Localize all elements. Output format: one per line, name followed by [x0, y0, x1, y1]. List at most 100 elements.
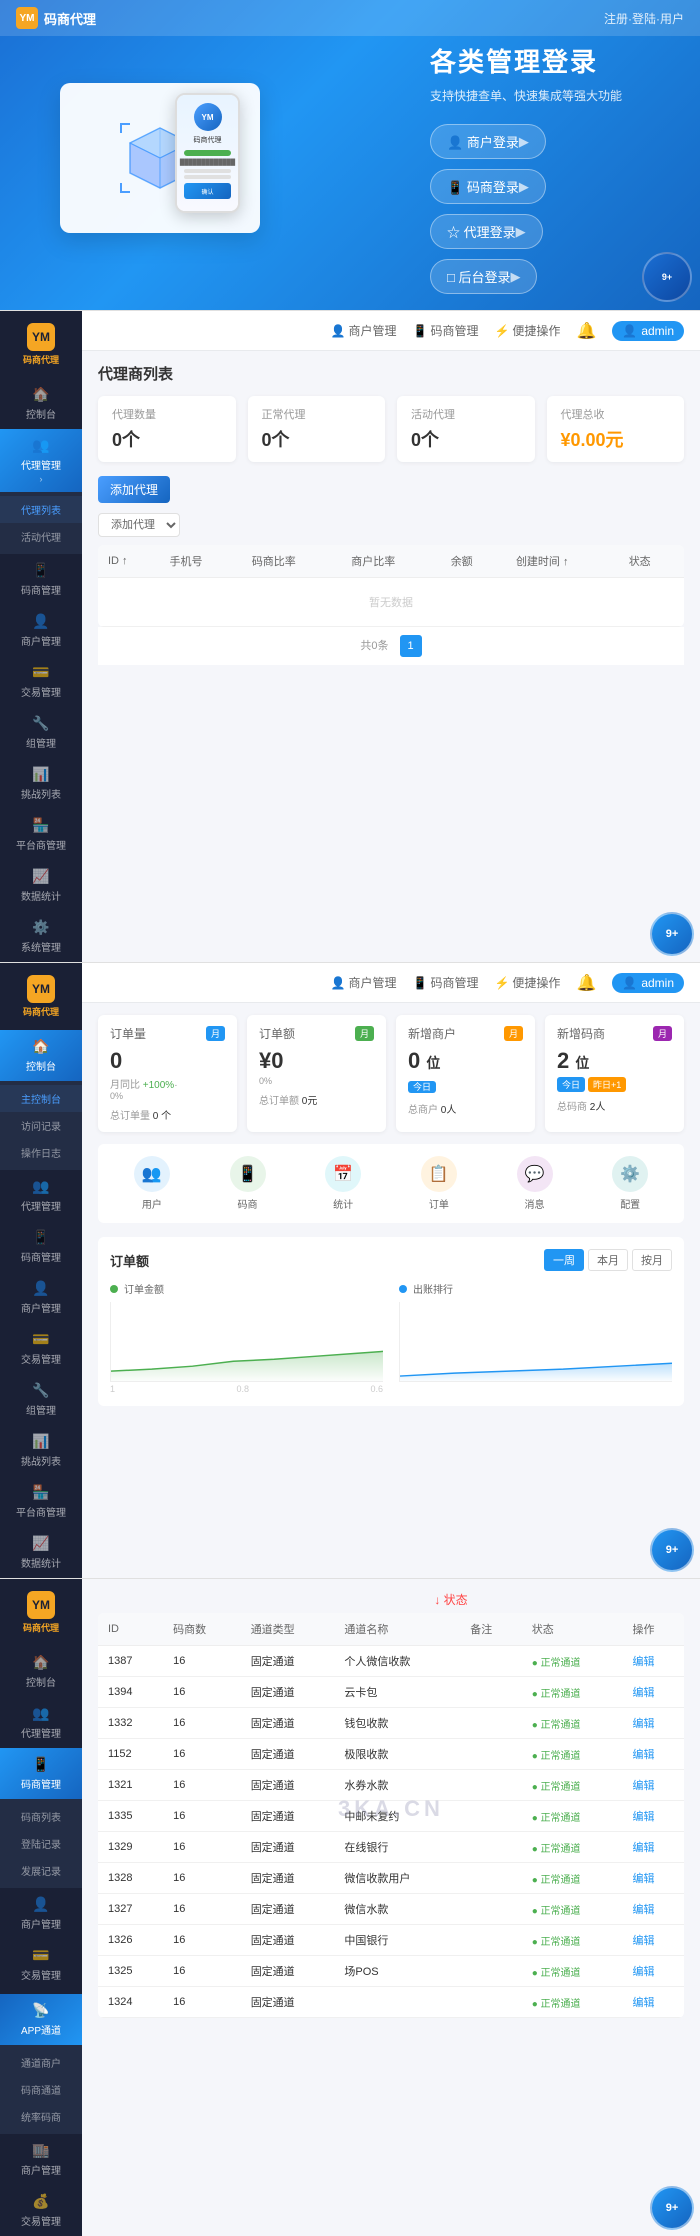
cell-action[interactable]: 编辑	[622, 1925, 684, 1956]
sidebar-sub-active-agents[interactable]: 活动代理	[0, 523, 82, 550]
sidebar-item-system[interactable]: ⚙️ 系统管理	[0, 911, 82, 962]
cell-action[interactable]: 编辑	[622, 1708, 684, 1739]
cell-channel-type: 固定通道	[241, 1801, 335, 1832]
sidebar-item-transaction-d[interactable]: 💳 交易管理	[0, 1323, 82, 1374]
cell-action[interactable]: 编辑	[622, 1894, 684, 1925]
sidebar-item-control-active[interactable]: 🏠 控制台	[0, 1030, 82, 1081]
sidebar-item-tx-mgmt[interactable]: 💰 交易管理	[0, 2185, 82, 2236]
nav-merchant-mgmt[interactable]: 👤商户管理	[331, 322, 397, 339]
edit-link[interactable]: 编辑	[632, 1935, 654, 1947]
sidebar-item-group[interactable]: 🔧 组管理	[0, 707, 82, 758]
edit-link[interactable]: 编辑	[632, 1904, 654, 1916]
cell-action[interactable]: 编辑	[622, 1677, 684, 1708]
quick-nav-codemerchant[interactable]: 📱 码商	[206, 1156, 290, 1211]
sidebar-item-platform-d[interactable]: 🏪 平台商管理	[0, 1476, 82, 1527]
quick-nav-messages[interactable]: 💬 消息	[493, 1156, 577, 1211]
cell-action[interactable]: 编辑	[622, 1770, 684, 1801]
cell-action[interactable]: 编辑	[622, 1646, 684, 1677]
page-1[interactable]: 1	[400, 635, 422, 657]
sidebar-item-group-d[interactable]: 🔧 组管理	[0, 1374, 82, 1425]
add-agent-button[interactable]: 添加代理	[98, 476, 170, 503]
cell-action[interactable]: 编辑	[622, 1956, 684, 1987]
edit-link[interactable]: 编辑	[632, 1749, 654, 1761]
sidebar-submenu-agents: 代理列表 活动代理	[0, 492, 82, 554]
nav-code-d[interactable]: 📱码商管理	[413, 974, 479, 991]
edit-link[interactable]: 编辑	[632, 1966, 654, 1978]
agent-login-button[interactable]: ☆ 代理登录 ▶	[430, 214, 543, 249]
edit-link[interactable]: 编辑	[632, 1718, 654, 1730]
chart-tab-bymonth[interactable]: 按月	[632, 1249, 672, 1271]
edit-link[interactable]: 编辑	[632, 1656, 654, 1668]
sidebar-sub-rate-code[interactable]: 统率码商	[0, 2103, 82, 2130]
nav-quick-d[interactable]: ⚡便捷操作	[494, 974, 560, 991]
cell-channel-type: 固定通道	[241, 1832, 335, 1863]
sidebar-item-transaction-c[interactable]: 💳 交易管理	[0, 1939, 82, 1990]
sidebar-item-stats-d[interactable]: 📈 数据统计	[0, 1527, 82, 1578]
codemerchant-login-button[interactable]: 📱 码商登录 ▶	[430, 169, 546, 204]
nav-code-mgmt[interactable]: 📱码商管理	[413, 322, 479, 339]
sidebar-sub-code-channel[interactable]: 码商通道	[0, 2076, 82, 2103]
sidebar-item-merchant-mgmt[interactable]: 🏬 商户管理	[0, 2134, 82, 2185]
sidebar-item-codemerchant-d[interactable]: 📱 码商管理	[0, 1221, 82, 1272]
table-row: 1335 16 固定通道 中邮未复约 ● 正常通道 编辑	[98, 1801, 684, 1832]
sidebar-item-transaction[interactable]: 💳 交易管理	[0, 656, 82, 707]
sidebar-item-control-c[interactable]: 🏠 控制台	[0, 1646, 82, 1697]
cell-action[interactable]: 编辑	[622, 1863, 684, 1894]
chart-tab-week[interactable]: 一周	[544, 1249, 584, 1271]
sidebar-item-codemerchant-active[interactable]: 📱 码商管理	[0, 1748, 82, 1799]
sidebar-sub-op-log[interactable]: 操作日志	[0, 1139, 82, 1166]
sidebar-item-challenge-d[interactable]: 📊 挑战列表	[0, 1425, 82, 1476]
quick-nav-stats[interactable]: 📅 统计	[301, 1156, 385, 1211]
cell-action[interactable]: 编辑	[622, 1739, 684, 1770]
quick-nav-users[interactable]: 👥 用户	[110, 1156, 194, 1211]
notification-bell[interactable]: 🔔	[576, 321, 596, 341]
sidebar-item-merchant[interactable]: 👤 商户管理	[0, 605, 82, 656]
sidebar-sub-channel-merchant[interactable]: 通道商户	[0, 2049, 82, 2076]
table-row: 1328 16 固定通道 微信收款用户 ● 正常通道 编辑	[98, 1863, 684, 1894]
chart-tab-month[interactable]: 本月	[588, 1249, 628, 1271]
sidebar-sub-agent-list[interactable]: 代理列表	[0, 496, 82, 523]
sidebar-sub-main-console[interactable]: 主控制台	[0, 1085, 82, 1112]
sidebar-sub-dev-log[interactable]: 发展记录	[0, 1857, 82, 1884]
sidebar-item-agents-c[interactable]: 👥 代理管理	[0, 1697, 82, 1748]
cell-status: ● 正常通道	[522, 1708, 623, 1739]
cell-status: ● 正常通道	[522, 1677, 623, 1708]
edit-link[interactable]: 编辑	[632, 1842, 654, 1854]
backend-login-button[interactable]: □ 后台登录 ▶	[430, 259, 537, 294]
merchant-login-button[interactable]: 👤 商户登录 ▶	[430, 124, 546, 159]
user-menu-d[interactable]: 👤 admin	[612, 973, 684, 993]
quick-nav-orders[interactable]: 📋 订单	[397, 1156, 481, 1211]
agent-filter-select[interactable]: 添加代理	[98, 513, 180, 537]
hero-logo-text: 码商代理	[44, 9, 96, 28]
sidebar-item-platform[interactable]: 🏪 平台商管理	[0, 809, 82, 860]
nav-quick-ops[interactable]: ⚡便捷操作	[494, 322, 560, 339]
sidebar-sub-code-list[interactable]: 码商列表	[0, 1803, 82, 1830]
legend-dot-rank	[399, 1285, 407, 1293]
sidebar-item-merchant-d[interactable]: 👤 商户管理	[0, 1272, 82, 1323]
cell-action[interactable]: 编辑	[622, 1832, 684, 1863]
sidebar-item-dashboard[interactable]: 🏠 控制台	[0, 378, 82, 429]
quick-nav-config[interactable]: ⚙️ 配置	[588, 1156, 672, 1211]
col-merchant-rate: 商户比率	[341, 545, 440, 578]
sidebar-item-merchant-c[interactable]: 👤 商户管理	[0, 1888, 82, 1939]
edit-link[interactable]: 编辑	[632, 1687, 654, 1699]
edit-link[interactable]: 编辑	[632, 1873, 654, 1885]
edit-link[interactable]: 编辑	[632, 1997, 654, 2009]
sidebar-sub-access-log[interactable]: 访问记录	[0, 1112, 82, 1139]
sidebar-item-challenge[interactable]: 📊 挑战列表	[0, 758, 82, 809]
user-menu[interactable]: 👤 admin	[612, 321, 684, 341]
sidebar-item-agents[interactable]: 👥 代理管理 ›	[0, 429, 82, 492]
sidebar-app-channel[interactable]: 📡 APP通道	[0, 1994, 82, 2045]
edit-link[interactable]: 编辑	[632, 1780, 654, 1792]
nav-merchant-d[interactable]: 👤商户管理	[331, 974, 397, 991]
home-icon-2: 🏠	[32, 1038, 49, 1055]
cell-action[interactable]: 编辑	[622, 1801, 684, 1832]
notification-bell-d[interactable]: 🔔	[576, 973, 596, 993]
sidebar-sub-login-log[interactable]: 登陆记录	[0, 1830, 82, 1857]
tx-mgmt-icon: 💰	[32, 2193, 49, 2210]
edit-link[interactable]: 编辑	[632, 1811, 654, 1823]
sidebar-item-agents-d[interactable]: 👥 代理管理	[0, 1170, 82, 1221]
sidebar-item-stats[interactable]: 📈 数据统计	[0, 860, 82, 911]
cell-action[interactable]: 编辑	[622, 1987, 684, 2018]
sidebar-item-codemerchant[interactable]: 📱 码商管理	[0, 554, 82, 605]
